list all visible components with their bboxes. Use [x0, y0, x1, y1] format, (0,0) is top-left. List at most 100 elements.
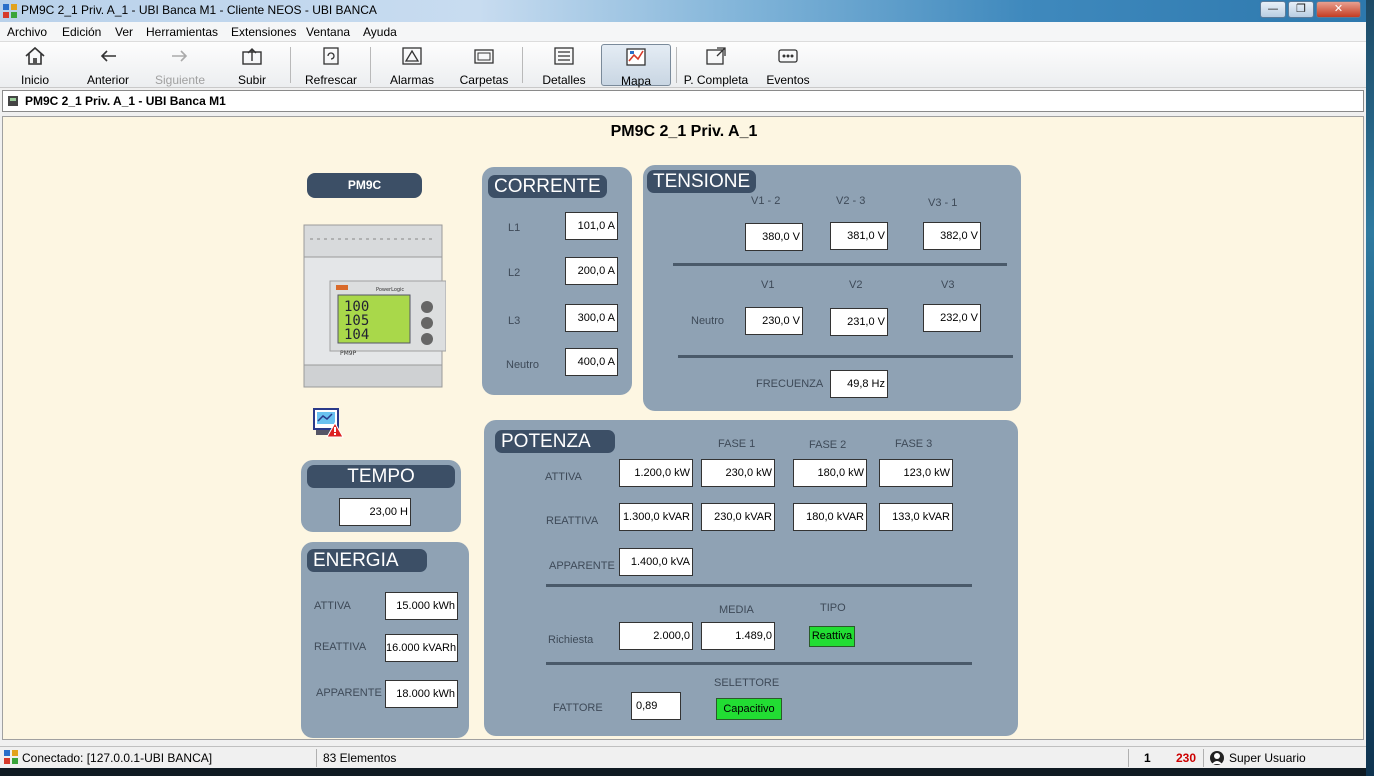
carpetas-button[interactable]: Carpetas [456, 44, 512, 87]
corrente-panel: CORRENTE L1 101,0 A L2 200,0 A L3 300,0 … [482, 167, 632, 395]
subir-button[interactable]: Subir [232, 44, 272, 87]
tensione-v12-header: V1 - 2 [751, 195, 781, 207]
tensione-v1-value: 230,0 V [745, 307, 803, 335]
eventos-button[interactable]: Eventos [764, 44, 812, 87]
potenza-divider [546, 662, 972, 665]
corrente-title: CORRENTE [488, 175, 607, 198]
p-completa-button[interactable]: P. Completa [683, 44, 749, 87]
application-window: PM9C 2_1 Priv. A_1 - UBI Banca M1 - Clie… [0, 0, 1366, 776]
current-user: Super Usuario [1229, 751, 1306, 765]
toolbar: Inicio Anterior Siguiente Subir Refresca… [0, 42, 1366, 88]
potenza-media-header: MEDIA [719, 604, 754, 616]
frequenza-label: FRECUENZA [756, 378, 824, 390]
potenza-reattiva-label: REATTIVA [546, 515, 599, 527]
title-bar[interactable]: PM9C 2_1 Priv. A_1 - UBI Banca M1 - Clie… [0, 0, 1366, 22]
minimize-button[interactable]: — [1260, 1, 1286, 18]
tensione-v1-header: V1 [761, 279, 775, 291]
inicio-button[interactable]: Inicio [14, 44, 56, 87]
anterior-button[interactable]: Anterior [82, 44, 134, 87]
energia-apparente-value: 18.000 kWh [385, 680, 458, 708]
status-bar: Conectado: [127.0.0.1-UBI BANCA] 83 Elem… [0, 746, 1366, 768]
location-path: PM9C 2_1 Priv. A_1 - UBI Banca M1 [25, 94, 226, 108]
menu-herramientas[interactable]: Herramientas [146, 25, 218, 39]
menu-edicion[interactable]: Edición [62, 25, 101, 39]
tempo-panel: TEMPO 23,00 H [301, 460, 461, 532]
tensione-v23-value: 381,0 V [830, 222, 888, 250]
events-icon [778, 49, 798, 63]
corrente-l3-label: L3 [508, 315, 521, 327]
menu-ventana[interactable]: Ventana [306, 25, 350, 39]
alarmas-button[interactable]: Alarmas [386, 44, 438, 87]
carpetas-label: Carpetas [459, 73, 509, 87]
potenza-reattiva-fase2: 180,0 kVAR [793, 503, 867, 531]
alarm-count[interactable]: 230 [1176, 751, 1196, 765]
tensione-neutro-label: Neutro [691, 315, 725, 327]
potenza-reattiva-fase1: 230,0 kVAR [701, 503, 775, 531]
potenza-attiva-label: ATTIVA [545, 471, 582, 483]
potenza-reattiva-fase3: 133,0 kVAR [879, 503, 953, 531]
potenza-tipo-header: TIPO [820, 602, 846, 614]
tensione-divider [673, 263, 1007, 266]
arrow-right-icon [172, 50, 188, 62]
potenza-attiva-fase3: 123,0 kW [879, 459, 953, 487]
maximize-button[interactable]: ❐ [1288, 1, 1314, 18]
detalles-label: Detalles [542, 73, 586, 87]
potenza-attiva-fase1: 230,0 kW [701, 459, 775, 487]
mapa-label: Mapa [620, 74, 652, 88]
toolbar-separator [290, 47, 291, 83]
pm9c-meter-image[interactable]: 100 105 104 PowerLogic PM9P [300, 221, 446, 391]
potenza-attiva-fase2: 180,0 kW [793, 459, 867, 487]
anterior-label: Anterior [86, 73, 130, 87]
richiesta-value: 2.000,0 [619, 622, 693, 650]
tensione-v3-value: 232,0 V [923, 304, 981, 332]
folders-icon [474, 49, 494, 64]
tempo-title: TEMPO [307, 465, 455, 488]
selettore-header: SELETTORE [714, 677, 780, 689]
lcd-line-3: 104 [344, 327, 369, 343]
user-icon [1210, 751, 1224, 765]
location-bar: PM9C 2_1 Priv. A_1 - UBI Banca M1 [2, 90, 1364, 112]
meter-model: PM9P [340, 350, 357, 357]
menu-ver[interactable]: Ver [115, 25, 133, 39]
corrente-l1-label: L1 [508, 222, 521, 234]
corrente-l3-value: 300,0 A [565, 304, 618, 332]
refrescar-label: Refrescar [304, 73, 357, 87]
close-button[interactable]: ✕ [1316, 1, 1361, 18]
energia-title: ENERGIA [307, 549, 427, 572]
corrente-l2-label: L2 [508, 267, 521, 279]
status-count: 1 [1144, 751, 1151, 765]
mapa-button[interactable]: Mapa [601, 44, 671, 88]
element-count: 83 Elementos [323, 751, 397, 765]
arrow-left-icon [100, 50, 116, 62]
device-icon [8, 96, 18, 106]
meter-brand: PowerLogic [376, 287, 404, 293]
tensione-v23-header: V2 - 3 [836, 195, 866, 207]
home-icon [25, 46, 45, 65]
potenza-title: POTENZA [495, 430, 615, 453]
alarm-status-icon[interactable] [312, 407, 344, 439]
potenza-panel: POTENZA FASE 1 FASE 2 FASE 3 ATTIVA 1.20… [484, 420, 1018, 736]
menu-extensiones[interactable]: Extensiones [231, 25, 296, 39]
potenza-fase3-header: FASE 3 [895, 438, 933, 450]
menu-archivo[interactable]: Archivo [7, 25, 47, 39]
taskbar-edge [0, 768, 1366, 776]
device-label: PM9C [307, 173, 422, 198]
refresh-icon [323, 47, 339, 65]
alarmas-label: Alarmas [389, 73, 434, 87]
toolbar-separator [370, 47, 371, 83]
selettore-badge: Capacitivo [716, 698, 782, 720]
detalles-button[interactable]: Detalles [538, 44, 590, 87]
potenza-attiva-total: 1.200,0 kW [619, 459, 693, 487]
fattore-label: FATTORE [553, 702, 603, 714]
menu-bar: Archivo Edición Ver Herramientas Extensi… [0, 22, 1366, 42]
menu-ayuda[interactable]: Ayuda [363, 25, 397, 39]
app-icon [3, 4, 17, 18]
corrente-l2-value: 200,0 A [565, 257, 618, 285]
subir-label: Subir [237, 73, 266, 87]
tensione-v2-header: V2 [849, 279, 863, 291]
tempo-value: 23,00 H [339, 498, 411, 526]
siguiente-label: Siguiente [154, 73, 206, 87]
siguiente-button[interactable]: Siguiente [152, 44, 208, 87]
potenza-apparente-value: 1.400,0 kVA [619, 548, 693, 576]
refrescar-button[interactable]: Refrescar [302, 44, 360, 87]
